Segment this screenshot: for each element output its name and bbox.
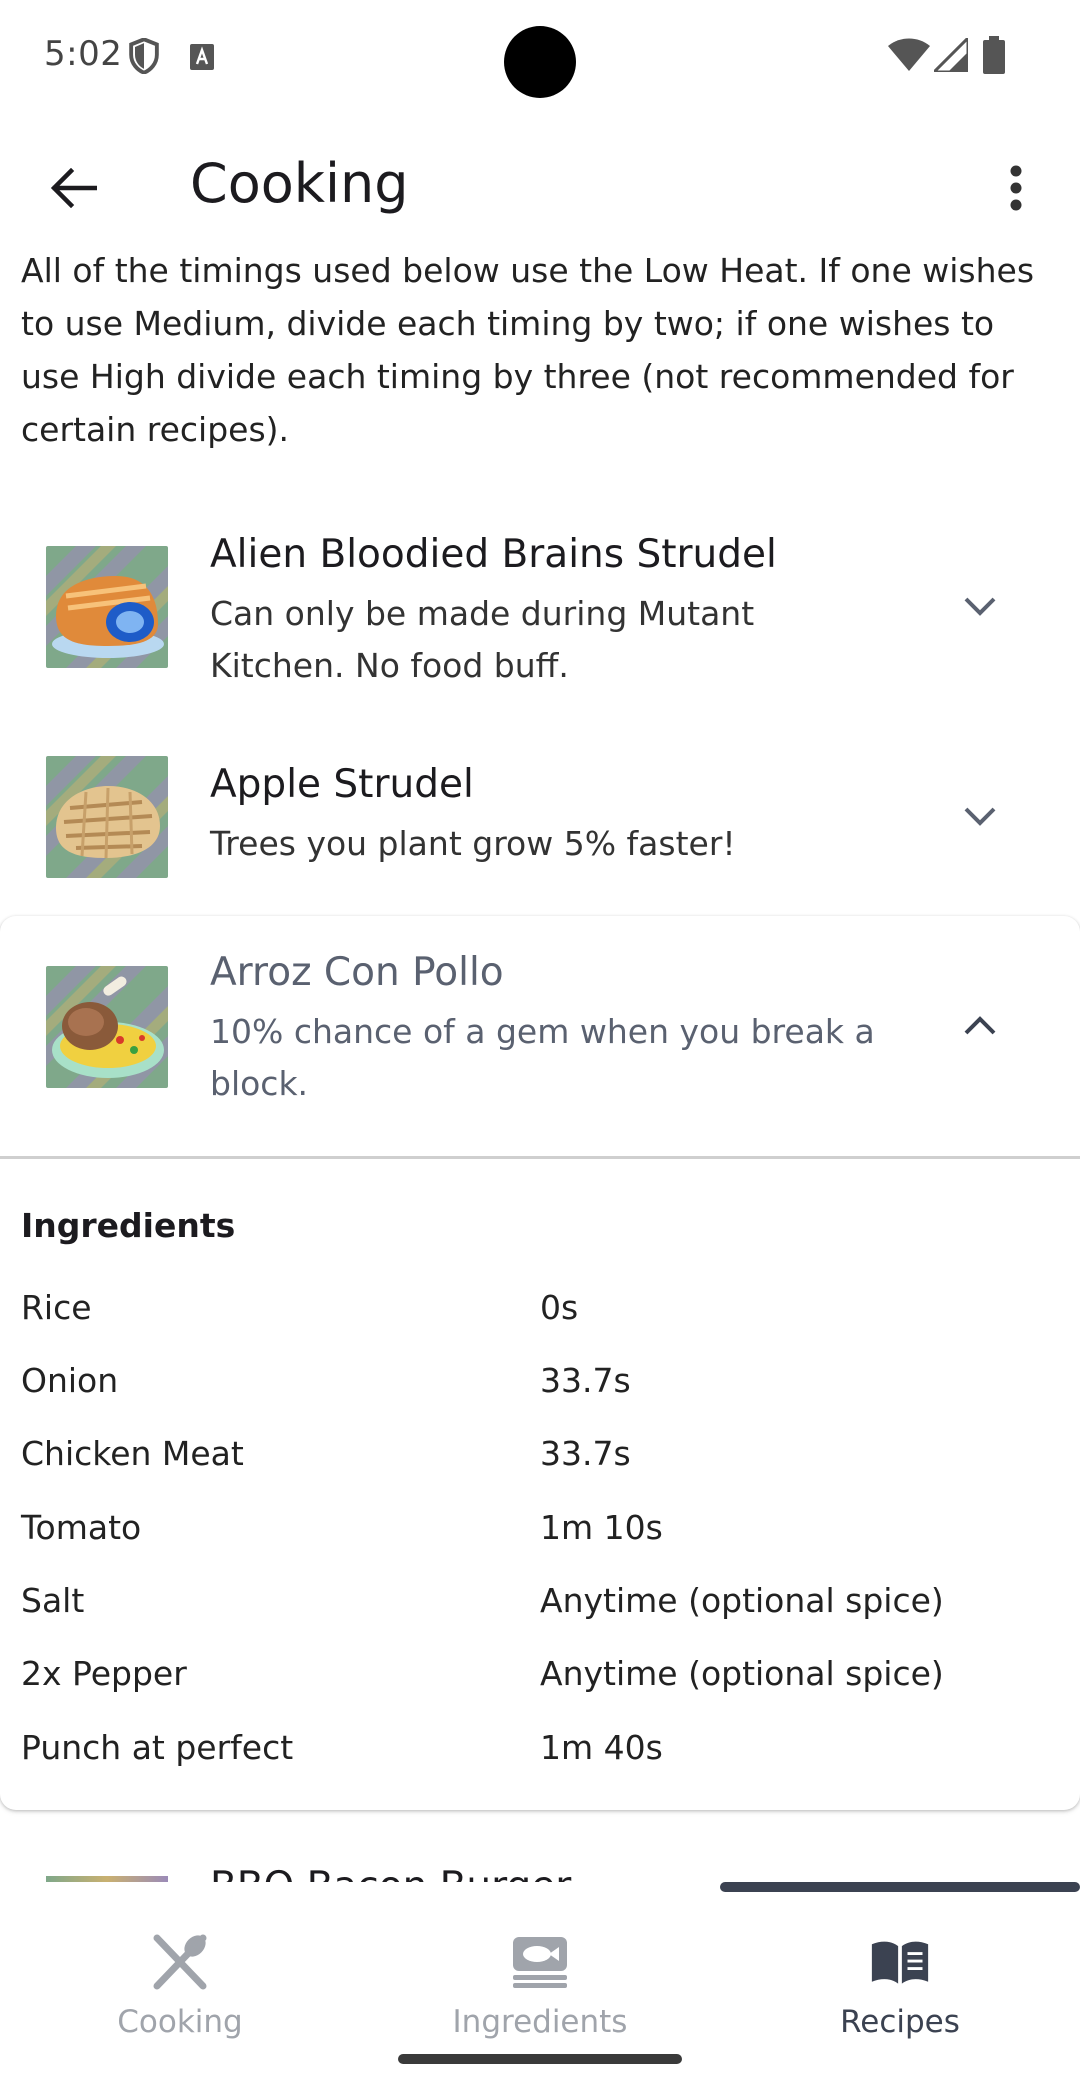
ingredient-row: Punch at perfect 1m 40s: [0, 1728, 1080, 1800]
ingredient-name: 2x Pepper: [21, 1654, 187, 1693]
status-bar: 5:02: [0, 0, 1080, 112]
accessibility-a-icon: [190, 44, 214, 70]
book-icon: [870, 1934, 930, 1990]
active-tab-indicator: [720, 1882, 1080, 1892]
nav-label: Recipes: [840, 2004, 960, 2040]
recipe-row-apple-strudel[interactable]: Apple Strudel Trees you plant grow 5% fa…: [0, 730, 1080, 890]
battery-icon: [983, 36, 1005, 74]
back-button[interactable]: [36, 150, 112, 226]
ingredient-time: Anytime (optional spice): [540, 1654, 944, 1693]
expand-button[interactable]: [952, 788, 1008, 844]
apple-strudel-food-image: [46, 756, 168, 878]
ingredient-name: Onion: [21, 1361, 119, 1400]
shield-icon: [129, 38, 159, 74]
ingredient-time: 1m 10s: [540, 1508, 663, 1547]
recipe-title: Arroz Con Pollo: [210, 950, 504, 995]
ingredient-time: 1m 40s: [540, 1728, 663, 1767]
nav-tab-cooking[interactable]: Cooking: [0, 1902, 360, 2052]
recipe-row-alien-bloodied-brains-strudel[interactable]: Alien Bloodied Brains Strudel Can only b…: [0, 520, 1080, 700]
recipe-row-bbq-bacon-burger[interactable]: BBQ Bacon Burger: [0, 1860, 1080, 1882]
ingredient-name: Tomato: [21, 1508, 142, 1547]
recipe-title: BBQ Bacon Burger: [210, 1864, 571, 1882]
status-time: 5:02: [44, 34, 123, 74]
recipe-title: Alien Bloodied Brains Strudel: [210, 532, 777, 577]
ingredient-name: Rice: [21, 1288, 92, 1327]
recipe-description: Trees you plant grow 5% faster!: [210, 824, 736, 863]
recipe-description: 10% chance of a gem when you break a blo…: [210, 1012, 875, 1103]
nav-label: Cooking: [117, 2004, 243, 2040]
collapse-button[interactable]: [952, 998, 1008, 1054]
camera-cutout: [504, 26, 576, 98]
utensils-icon: [150, 1934, 210, 1990]
ingredient-row: Salt Anytime (optional spice): [0, 1581, 1080, 1653]
app-bar: Cooking: [0, 120, 1080, 248]
chevron-down-icon: [964, 807, 996, 826]
chevron-down-icon: [964, 597, 996, 616]
strudel-food-image: [46, 546, 168, 668]
recipe-title: Apple Strudel: [210, 762, 474, 807]
recipe-row-arroz-con-pollo[interactable]: Arroz Con Pollo 10% chance of a gem when…: [0, 916, 1080, 1156]
ingredients-heading: Ingredients: [21, 1206, 236, 1245]
divider: [0, 1156, 1080, 1159]
ingredient-time: 33.7s: [540, 1361, 631, 1400]
nav-tab-ingredients[interactable]: Ingredients: [360, 1902, 720, 2052]
page-title: Cooking: [190, 152, 409, 215]
wifi-icon: [888, 38, 930, 71]
arrow-back-icon: [51, 168, 97, 208]
home-indicator[interactable]: [398, 2054, 682, 2064]
signal-icon: [934, 38, 968, 72]
ingredient-row: Tomato 1m 10s: [0, 1508, 1080, 1580]
nav-label: Ingredients: [452, 2004, 628, 2040]
ingredient-name: Punch at perfect: [21, 1728, 294, 1767]
arroz-con-pollo-food-image: [46, 966, 168, 1088]
ingredient-name: Salt: [21, 1581, 85, 1620]
ingredient-row: Rice 0s: [0, 1288, 1080, 1360]
ingredient-row: 2x Pepper Anytime (optional spice): [0, 1654, 1080, 1726]
ingredient-row: Chicken Meat 33.7s: [0, 1434, 1080, 1506]
ingredient-name: Chicken Meat: [21, 1434, 244, 1473]
recipe-description: Can only be made during Mutant Kitchen. …: [210, 594, 755, 685]
ingredient-time: Anytime (optional spice): [540, 1581, 944, 1620]
chevron-up-icon: [964, 1016, 996, 1035]
intro-text: All of the timings used below use the Lo…: [21, 251, 1035, 449]
ingredients-icon: [510, 1934, 570, 1990]
ingredient-time: 33.7s: [540, 1434, 631, 1473]
more-vert-icon: [1010, 165, 1022, 211]
ingredient-time: 0s: [540, 1288, 579, 1327]
recipe-card-arroz-con-pollo: Arroz Con Pollo 10% chance of a gem when…: [0, 916, 1080, 1810]
expand-button[interactable]: [952, 578, 1008, 634]
overflow-menu-button[interactable]: [984, 150, 1048, 226]
ingredient-row: Onion 33.7s: [0, 1361, 1080, 1433]
nav-tab-recipes[interactable]: Recipes: [720, 1902, 1080, 2052]
